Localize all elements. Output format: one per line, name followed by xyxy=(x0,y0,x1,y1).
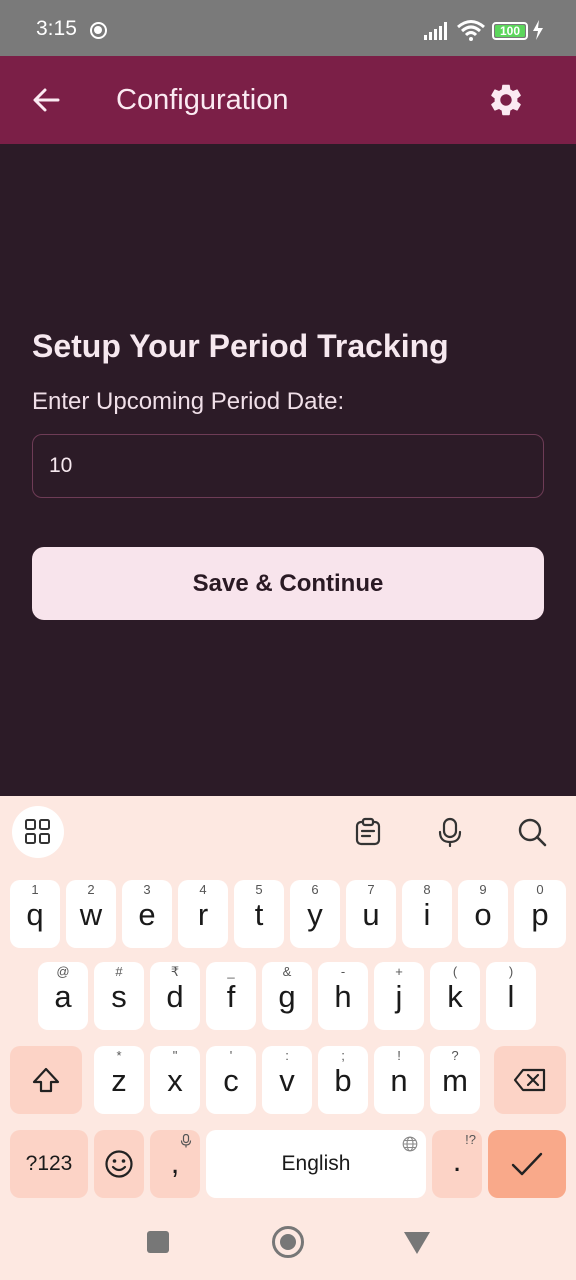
grid-apps-icon xyxy=(25,819,50,844)
key-w[interactable]: 2w xyxy=(66,880,116,948)
settings-button[interactable] xyxy=(484,78,528,122)
clipboard-icon xyxy=(355,817,381,846)
symbols-key[interactable]: ?123 xyxy=(10,1130,88,1198)
main-content: Setup Your Period Tracking Enter Upcomin… xyxy=(0,144,576,796)
key-t[interactable]: 5t xyxy=(234,880,284,948)
date-label: Enter Upcoming Period Date: xyxy=(32,388,345,415)
clipboard-button[interactable] xyxy=(342,806,394,858)
key-u[interactable]: 7u xyxy=(346,880,396,948)
app-bar: Configuration xyxy=(0,56,576,144)
key-q[interactable]: 1q xyxy=(10,880,60,948)
apps-grid-button[interactable] xyxy=(12,806,64,858)
period-date-input[interactable] xyxy=(32,434,544,498)
key-o[interactable]: 9o xyxy=(458,880,508,948)
setup-heading: Setup Your Period Tracking xyxy=(32,328,449,364)
key-k[interactable]: (k xyxy=(430,962,480,1030)
back-button[interactable] xyxy=(24,78,68,122)
page-title: Configuration xyxy=(116,84,289,116)
sync-icon xyxy=(90,22,107,39)
comma-key[interactable]: , xyxy=(150,1130,200,1198)
battery-icon: 100 xyxy=(492,22,528,40)
shift-key[interactable] xyxy=(10,1046,82,1114)
backspace-icon xyxy=(513,1068,546,1092)
space-key[interactable]: English xyxy=(206,1130,426,1198)
period-key[interactable]: !? . xyxy=(432,1130,482,1198)
key-c[interactable]: ' c xyxy=(206,1046,256,1114)
key-y[interactable]: 6y xyxy=(290,880,340,948)
key-j[interactable]: + j xyxy=(374,962,424,1030)
gear-icon xyxy=(491,84,521,116)
key-e[interactable]: 3e xyxy=(122,880,172,948)
system-nav-bar xyxy=(0,1206,576,1280)
save-continue-button[interactable]: Save & Continue xyxy=(32,547,544,620)
charging-icon xyxy=(533,20,543,40)
key-f[interactable]: _ f xyxy=(206,962,256,1030)
key-n[interactable]: ! n xyxy=(374,1046,424,1114)
emoji-icon xyxy=(105,1150,133,1178)
key-x[interactable]: " x xyxy=(150,1046,200,1114)
search-icon xyxy=(518,818,547,847)
key-p[interactable]: 0p xyxy=(514,880,566,948)
voice-input-button[interactable] xyxy=(424,806,476,858)
key-v[interactable]: :v xyxy=(262,1046,312,1114)
home-circle-icon[interactable] xyxy=(272,1226,304,1258)
key-a[interactable]: @ a xyxy=(38,962,88,1030)
key-g[interactable]: & g xyxy=(262,962,312,1030)
shift-icon xyxy=(32,1067,60,1093)
key-s[interactable]: # s xyxy=(94,962,144,1030)
status-bar: 3:15 100 xyxy=(0,0,576,56)
search-button[interactable] xyxy=(506,806,558,858)
recents-square-icon[interactable] xyxy=(147,1231,169,1253)
back-triangle-icon[interactable] xyxy=(404,1232,430,1254)
key-m[interactable]: ? m xyxy=(430,1046,480,1114)
microphone-icon xyxy=(438,817,462,847)
battery-level: 100 xyxy=(499,24,521,38)
key-b[interactable]: ; b xyxy=(318,1046,368,1114)
key-h[interactable]: -h xyxy=(318,962,368,1030)
key-r[interactable]: 4r xyxy=(178,880,228,948)
keyboard-toolbar xyxy=(0,796,576,868)
backspace-key[interactable] xyxy=(494,1046,566,1114)
wifi-icon xyxy=(457,20,485,41)
key-l[interactable]: ) l xyxy=(486,962,536,1030)
key-d[interactable]: ₹ d xyxy=(150,962,200,1030)
key-z[interactable]: * z xyxy=(94,1046,144,1114)
back-arrow-icon xyxy=(33,88,60,112)
status-time: 3:15 xyxy=(36,17,77,40)
signal-icon xyxy=(424,22,447,40)
checkmark-icon xyxy=(511,1152,543,1176)
enter-key[interactable] xyxy=(488,1130,566,1198)
key-i[interactable]: 8i xyxy=(402,880,452,948)
emoji-key[interactable] xyxy=(94,1130,144,1198)
